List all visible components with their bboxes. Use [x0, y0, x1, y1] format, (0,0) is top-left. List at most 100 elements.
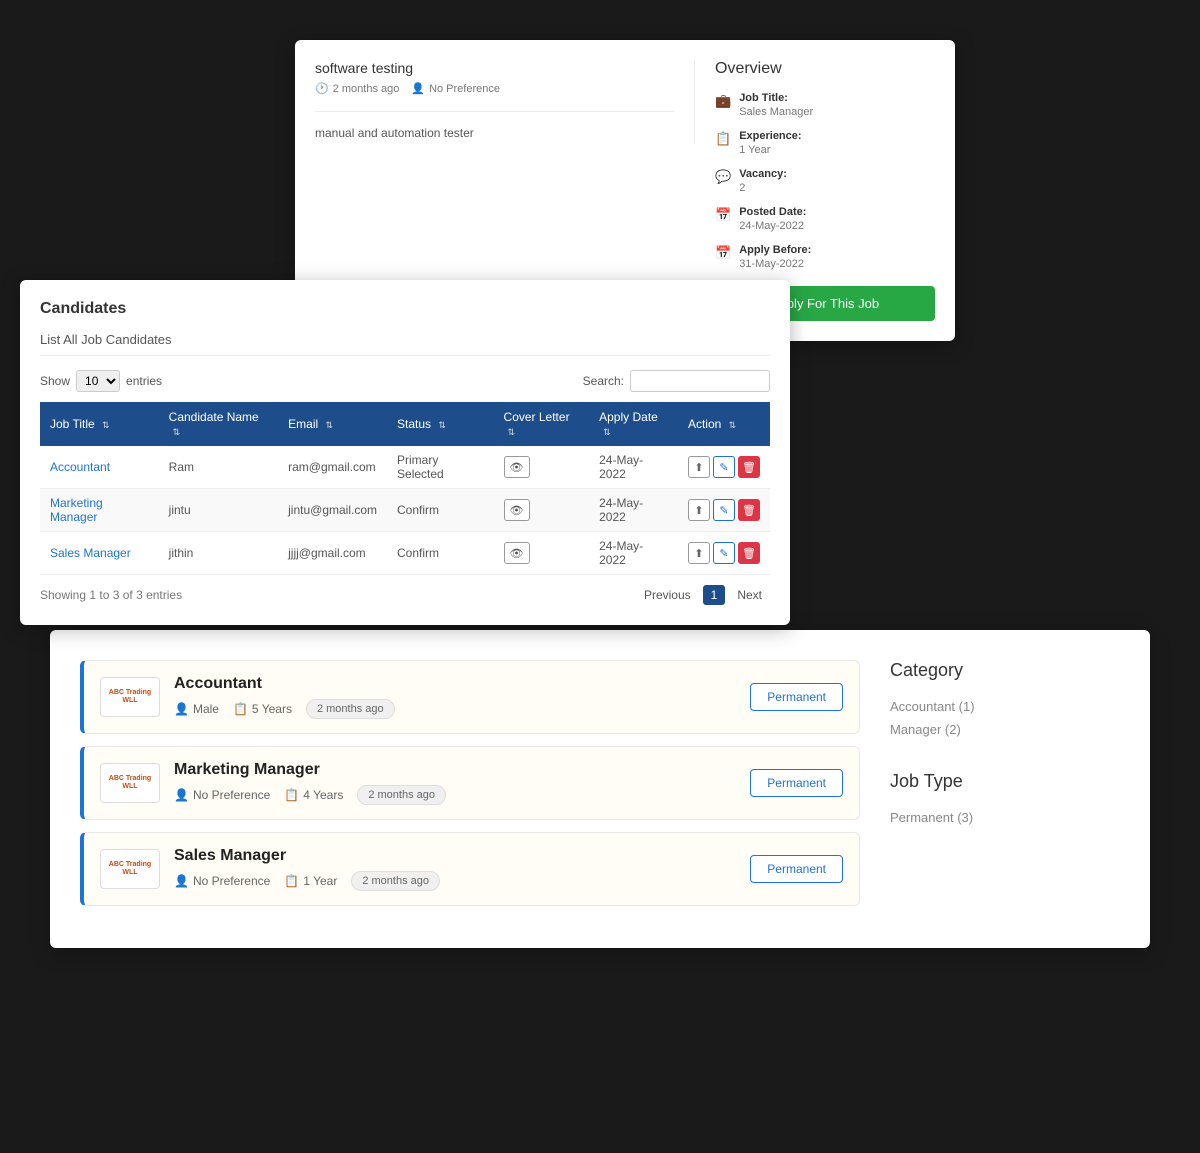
table-row: Accountant Ram ram@gmail.com Primary Sel… — [40, 446, 770, 489]
job-card-title: Accountant — [174, 675, 750, 693]
job-meta: 🕐 2 months ago 👤 No Preference — [315, 82, 674, 95]
category-item[interactable]: Accountant (1) — [890, 695, 1110, 718]
user-icon: 👤 — [411, 82, 425, 95]
cell-cover-letter: 👁 — [494, 446, 590, 489]
cell-apply-date: 24-May-2022 — [589, 489, 678, 532]
apply-before-icon: 📅 — [715, 245, 731, 261]
next-page[interactable]: Next — [729, 585, 770, 605]
posted-date-label: Posted Date: — [739, 206, 806, 218]
active-page[interactable]: 1 — [703, 585, 726, 605]
cover-letter-view-btn[interactable]: 👁 — [504, 542, 530, 564]
job-type-item[interactable]: Permanent (3) — [890, 806, 1110, 829]
cell-candidate-name: jintu — [159, 489, 278, 532]
clock-icon: 🕐 — [315, 82, 329, 95]
show-entries-control: Show 10 25 50 entries — [40, 370, 162, 392]
posted-date-icon: 📅 — [715, 207, 731, 223]
action-buttons: ⬆ ✎ 🗑 — [688, 499, 760, 521]
job-title-link[interactable]: Accountant — [50, 460, 110, 474]
col-cover-letter[interactable]: Cover Letter ⇅ — [494, 402, 590, 446]
category-section: Category Accountant (1)Manager (2) — [890, 660, 1110, 741]
pagination: Previous 1 Next — [636, 585, 770, 605]
cell-apply-date: 24-May-2022 — [589, 532, 678, 575]
job-type-button[interactable]: Permanent — [750, 683, 843, 711]
job-posting-title: software testing — [315, 60, 674, 76]
job-type-list: Permanent (3) — [890, 806, 1110, 829]
cell-status: Confirm — [387, 532, 494, 575]
job-gender: 👤 No Preference — [174, 788, 270, 802]
col-status[interactable]: Status ⇅ — [387, 402, 494, 446]
briefcase-icon: 💼 — [715, 93, 731, 109]
job-card-info: Accountant 👤 Male 📋 5 Years 2 months ago — [174, 675, 750, 719]
delete-btn[interactable]: 🗑 — [738, 542, 760, 564]
listings-left: ABC Trading WLL Accountant 👤 Male 📋 5 Ye… — [80, 660, 890, 918]
overview-posted-date: 📅 Posted Date: 24-May-2022 — [715, 206, 935, 232]
upload-btn[interactable]: ⬆ — [688, 456, 710, 478]
job-title-link[interactable]: Marketing Manager — [50, 496, 103, 524]
showing-entries: Showing 1 to 3 of 3 entries — [40, 588, 182, 602]
cell-action: ⬆ ✎ 🗑 — [678, 489, 770, 532]
overview-title: Overview — [715, 60, 935, 78]
previous-page[interactable]: Previous — [636, 585, 699, 605]
job-type-title: Job Type — [890, 771, 1110, 792]
delete-btn[interactable]: 🗑 — [738, 499, 760, 521]
job-description: manual and automation tester — [315, 111, 674, 143]
cover-letter-view-btn[interactable]: 👁 — [504, 499, 530, 521]
sort-icon-cover: ⇅ — [508, 427, 516, 438]
cell-cover-letter: 👁 — [494, 489, 590, 532]
cell-job-title: Accountant — [40, 446, 159, 489]
overview-items: 💼 Job Title: Sales Manager 📋 Experience:… — [715, 92, 935, 270]
overview-experience: 📋 Experience: 1 Year — [715, 130, 935, 156]
candidates-table-body: Accountant Ram ram@gmail.com Primary Sel… — [40, 446, 770, 575]
cell-status: Primary Selected — [387, 446, 494, 489]
col-email[interactable]: Email ⇅ — [278, 402, 387, 446]
cell-status: Confirm — [387, 489, 494, 532]
vacancy-icon: 💬 — [715, 169, 731, 185]
job-type-button[interactable]: Permanent — [750, 855, 843, 883]
col-action[interactable]: Action ⇅ — [678, 402, 770, 446]
cell-candidate-name: Ram — [159, 446, 278, 489]
job-card: ABC Trading WLL Accountant 👤 Male 📋 5 Ye… — [80, 660, 860, 734]
edit-btn[interactable]: ✎ — [713, 542, 735, 564]
col-candidate-name[interactable]: Candidate Name ⇅ — [159, 402, 278, 446]
upload-btn[interactable]: ⬆ — [688, 499, 710, 521]
overview-experience-content: Experience: 1 Year — [739, 130, 801, 156]
table-controls: Show 10 25 50 entries Search: — [40, 370, 770, 392]
company-logo: ABC Trading WLL — [100, 763, 160, 803]
col-job-title[interactable]: Job Title ⇅ — [40, 402, 159, 446]
job-experience: 📋 4 Years — [284, 788, 343, 802]
company-logo: ABC Trading WLL — [100, 849, 160, 889]
table-header: Job Title ⇅ Candidate Name ⇅ Email ⇅ Sta… — [40, 402, 770, 446]
job-title-link[interactable]: Sales Manager — [50, 546, 131, 560]
sort-icon-job-title: ⇅ — [102, 420, 110, 431]
edit-btn[interactable]: ✎ — [713, 456, 735, 478]
cell-email: jjjj@gmail.com — [278, 532, 387, 575]
exp-icon: 📋 — [233, 702, 248, 716]
job-gender: 👤 No Preference — [174, 874, 270, 888]
cover-letter-view-btn[interactable]: 👁 — [504, 456, 530, 478]
entries-select[interactable]: 10 25 50 — [76, 370, 120, 392]
exp-icon: 📋 — [715, 131, 731, 147]
search-input[interactable] — [630, 370, 770, 392]
experience-label: Experience: — [739, 130, 801, 142]
overview-apply-before: 📅 Apply Before: 31-May-2022 — [715, 244, 935, 270]
col-apply-date[interactable]: Apply Date ⇅ — [589, 402, 678, 446]
upload-btn[interactable]: ⬆ — [688, 542, 710, 564]
job-preference: No Preference — [429, 83, 500, 95]
job-cards-container: ABC Trading WLL Accountant 👤 Male 📋 5 Ye… — [80, 660, 860, 906]
overview-vacancy-content: Vacancy: 2 — [739, 168, 787, 194]
delete-btn[interactable]: 🗑 — [738, 456, 760, 478]
job-card-meta: 👤 Male 📋 5 Years 2 months ago — [174, 699, 750, 719]
sort-icon-status: ⇅ — [438, 420, 446, 431]
job-card-meta: 👤 No Preference 📋 4 Years 2 months ago — [174, 785, 750, 805]
edit-btn[interactable]: ✎ — [713, 499, 735, 521]
job-time-meta: 🕐 2 months ago — [315, 82, 399, 95]
entries-label: entries — [126, 374, 162, 388]
job-preference-meta: 👤 No Preference — [411, 82, 500, 95]
category-item[interactable]: Manager (2) — [890, 718, 1110, 741]
table-row: Sales Manager jithin jjjj@gmail.com Conf… — [40, 532, 770, 575]
search-label: Search: — [583, 374, 624, 388]
job-card: ABC Trading WLL Sales Manager 👤 No Prefe… — [80, 832, 860, 906]
job-type-button[interactable]: Permanent — [750, 769, 843, 797]
action-buttons: ⬆ ✎ 🗑 — [688, 456, 760, 478]
job-title-value: Sales Manager — [739, 106, 813, 118]
